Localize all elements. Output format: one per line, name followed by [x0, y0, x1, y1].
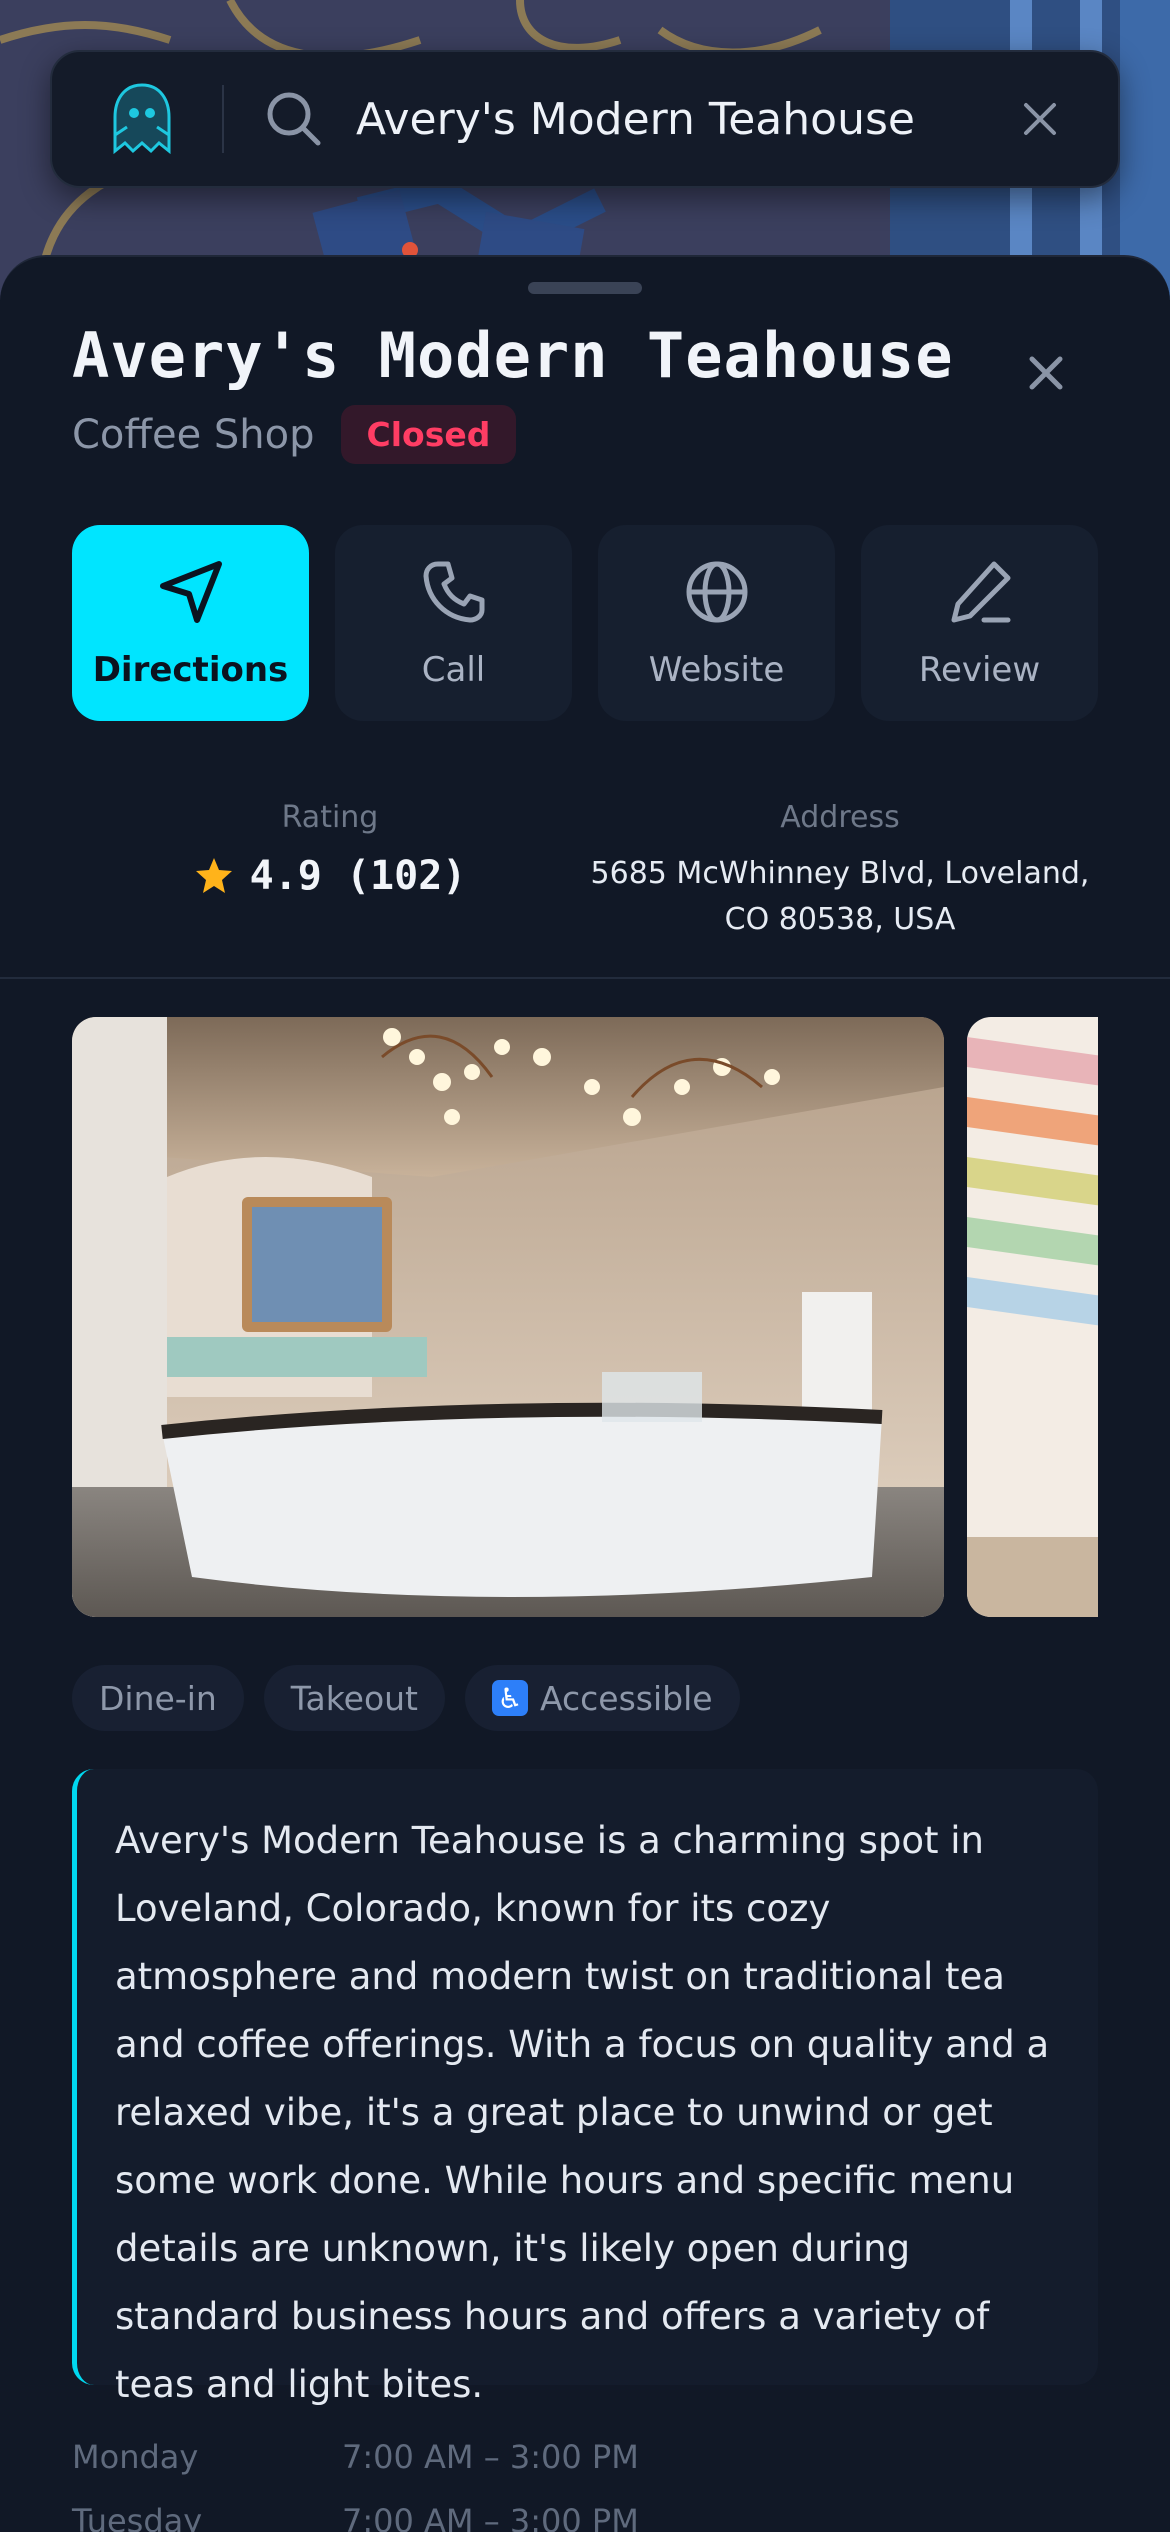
- call-button[interactable]: Call: [335, 525, 572, 721]
- directions-label: Directions: [92, 650, 289, 690]
- chip-dine-in[interactable]: Dine-in: [72, 1665, 244, 1731]
- rating-section: Rating 4.9 (102): [130, 800, 530, 899]
- wheelchair-icon: ♿: [492, 1680, 528, 1716]
- description-card: Avery's Modern Teahouse is a charming sp…: [72, 1769, 1098, 2406]
- chip-accessible-label: Accessible: [540, 1678, 713, 1718]
- search-bar[interactable]: Avery's Modern Teahouse: [50, 50, 1120, 188]
- navigation-arrow-icon: [159, 561, 222, 623]
- website-label: Website: [648, 650, 785, 690]
- search-divider: [222, 85, 224, 153]
- status-badge: Closed: [340, 405, 517, 464]
- place-title: Avery's Modern Teahouse: [72, 319, 954, 392]
- address-label: Address: [780, 800, 900, 835]
- drag-handle[interactable]: [528, 282, 642, 294]
- website-button[interactable]: Website: [598, 525, 835, 721]
- review-button[interactable]: Review: [861, 525, 1098, 721]
- close-icon[interactable]: [1018, 345, 1074, 401]
- hours-row: Monday 7:00 AM – 3:00 PM: [72, 2425, 639, 2489]
- description-text: Avery's Modern Teahouse is a charming sp…: [115, 1819, 1050, 2406]
- address-value[interactable]: 5685 McWhinney Blvd, Loveland, CO 80538,…: [580, 851, 1100, 943]
- search-input[interactable]: Avery's Modern Teahouse: [356, 94, 1010, 145]
- pencil-icon: [951, 561, 1010, 623]
- place-subtitle: Coffee Shop Closed: [72, 405, 517, 464]
- call-label: Call: [421, 650, 486, 690]
- action-buttons: Directions Call Website Review: [72, 525, 1098, 721]
- search-icon: [264, 89, 324, 149]
- star-icon: [195, 858, 232, 893]
- rating-value-row[interactable]: 4.9 (102): [130, 853, 530, 899]
- opening-hours: Monday 7:00 AM – 3:00 PM Tuesday 7:00 AM…: [72, 2425, 639, 2532]
- chip-takeout-label: Takeout: [290, 1678, 418, 1718]
- globe-icon: [686, 561, 747, 623]
- address-section: Address 5685 McWhinney Blvd, Loveland, C…: [580, 800, 1100, 943]
- directions-button[interactable]: Directions: [72, 525, 309, 721]
- rating-value: 4.9 (102): [249, 853, 467, 899]
- ghost-logo-icon[interactable]: [92, 69, 192, 169]
- phone-icon: [423, 561, 484, 623]
- review-label: Review: [918, 650, 1041, 690]
- amenity-chips: Dine-in Takeout ♿ Accessible: [72, 1665, 740, 1731]
- hours-day: Monday: [72, 2438, 199, 2476]
- hours-time: 7:00 AM – 3:00 PM: [342, 2438, 639, 2476]
- section-divider: [0, 977, 1170, 979]
- clear-search-icon[interactable]: [1010, 89, 1070, 149]
- place-details-sheet: Avery's Modern Teahouse Coffee Shop Clos…: [0, 255, 1170, 2532]
- rating-label: Rating: [281, 800, 379, 835]
- chip-takeout[interactable]: Takeout: [263, 1665, 445, 1731]
- place-category: Coffee Shop: [72, 411, 315, 458]
- hours-time: 7:00 AM – 3:00 PM: [342, 2502, 639, 2532]
- address-line-2: CO 80538, USA: [724, 902, 956, 937]
- chip-accessible[interactable]: ♿ Accessible: [465, 1665, 740, 1731]
- address-line-1: 5685 McWhinney Blvd, Loveland,: [590, 856, 1090, 891]
- chip-dine-in-label: Dine-in: [99, 1678, 217, 1718]
- place-photo-next[interactable]: [967, 1017, 1098, 1617]
- hours-row: Tuesday 7:00 AM – 3:00 PM: [72, 2489, 639, 2532]
- hours-day: Tuesday: [72, 2502, 203, 2532]
- place-photo[interactable]: [72, 1017, 944, 1617]
